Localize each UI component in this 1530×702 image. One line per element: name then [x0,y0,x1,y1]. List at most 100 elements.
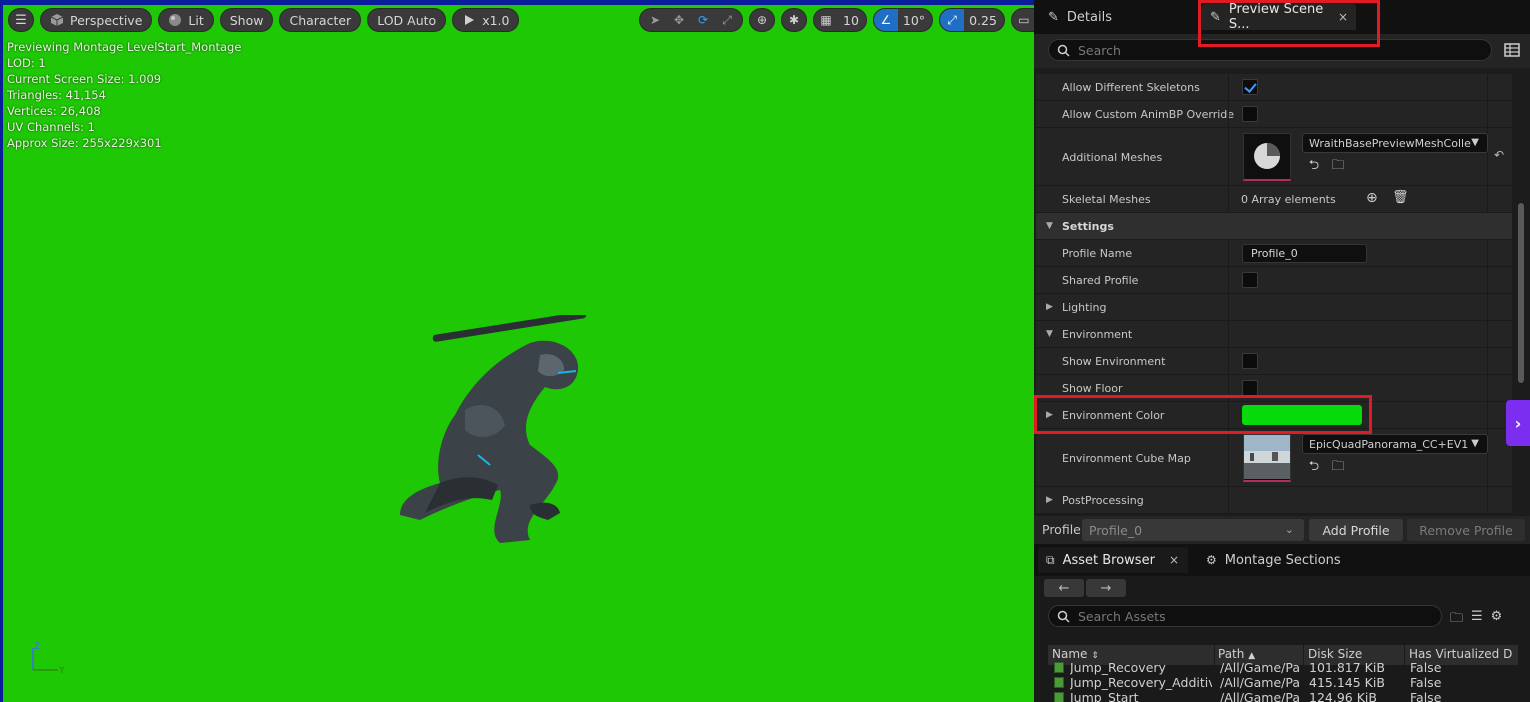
column-header-disk-size[interactable]: Disk Size [1308,647,1362,661]
tab-montage-sections[interactable]: ⚙ Montage Sections [1198,547,1349,573]
tab-details[interactable]: ✎ Details [1040,4,1120,30]
tab-preview-scene-label: Preview Scene S... [1228,2,1324,32]
add-profile-button[interactable]: Add Profile [1309,519,1403,541]
show-button[interactable]: Show [219,8,274,32]
category-settings[interactable]: ▼ Settings [1036,213,1512,240]
property-label: Allow Different Skeletons [1062,81,1200,94]
column-divider [1487,101,1488,127]
asset-search-row: 🗀 ☰ ⚙ [1034,600,1530,634]
profile-dropdown[interactable]: Profile_0 ⌄ [1082,519,1304,541]
property-row-lighting[interactable]: ▶ Lighting [1036,294,1512,321]
surface-snap-button[interactable]: ✱ [781,8,807,32]
property-label: Allow Custom AnimBP Override [1062,108,1235,121]
viewport-focus-border-left [0,0,3,702]
side-panel-toggle[interactable]: › [1506,400,1530,446]
use-selected-icon[interactable]: ⮌ [1306,158,1322,175]
grid-snap-control[interactable]: ▦ 10 [813,8,867,32]
editor-window: ☰ Perspective Lit Show Character LOD Aut… [0,0,1530,702]
property-row-allow-different-skeletons: Allow Different Skeletons [1036,74,1512,101]
asset-path: /All/Game/Pa [1220,660,1300,675]
folder-icon[interactable]: 🗀 [1450,609,1463,631]
profile-selected-value: Profile_0 [1089,522,1143,538]
scale-snap-control[interactable]: ⤢ 0.25 [939,8,1005,32]
rotate-mode-button[interactable]: ⟳ [692,10,714,30]
details-scrollbar[interactable] [1518,203,1524,383]
table-row[interactable]: Jump_Recovery /All/Game/Pa 101.817 KiB F… [1048,660,1518,675]
select-mode-button[interactable]: ➤ [644,10,666,30]
shared-profile-checkbox[interactable] [1242,272,1258,288]
transform-mode-group: ➤ ✥ ⟳ ⤢ [639,8,743,32]
cube-map-asset-picker[interactable]: EpicQuadPanorama_CC+EV1 ▼ [1302,434,1488,454]
expand-arrow-down-icon: ▼ [1046,329,1053,339]
column-divider [1228,74,1229,100]
forward-button[interactable]: → [1086,579,1126,597]
filter-icon[interactable]: ☰ [1471,609,1483,631]
expand-arrow-right-icon[interactable]: ▶ [1046,410,1056,420]
cube-map-thumbnail[interactable] [1243,434,1291,482]
rotation-snap-control[interactable]: ∠ 10° [872,8,934,32]
browse-folder-icon[interactable]: 🗀 [1330,158,1346,175]
additional-meshes-thumbnail[interactable] [1243,133,1291,181]
coordinate-space-button[interactable]: ⊕ [749,8,775,32]
property-row-postprocessing[interactable]: ▶ PostProcessing [1036,487,1512,514]
arrow-right-icon: → [1100,580,1112,596]
tab-asset-browser[interactable]: ⧉ Asset Browser × [1038,547,1188,573]
allow-custom-animbp-checkbox[interactable] [1242,106,1258,122]
surface-snap-icon: ✱ [788,13,800,27]
tab-close-icon[interactable]: × [1338,10,1348,24]
column-divider [1228,267,1229,293]
property-row-show-floor: Show Floor [1036,375,1512,402]
column-header-path[interactable]: Path ▲ [1218,647,1255,661]
asset-search-box[interactable] [1048,605,1442,627]
grid-icon: ▦ [820,13,832,27]
browse-folder-icon[interactable]: 🗀 [1330,459,1346,476]
column-divider [1487,240,1488,266]
add-element-icon[interactable]: ⊕ [1366,190,1378,206]
use-selected-icon[interactable]: ⮌ [1306,459,1322,476]
environment-color-swatch[interactable] [1242,405,1362,425]
additional-meshes-asset-picker[interactable]: WraithBasePreviewMeshColle ▼ [1302,133,1488,153]
table-view-icon[interactable] [1504,42,1520,58]
gear-icon[interactable]: ⚙ [1491,609,1503,631]
trash-icon[interactable]: 🗑 [1392,190,1409,205]
preview-character-mesh[interactable] [380,315,600,550]
property-row-environment[interactable]: ▼ Environment [1036,321,1512,348]
back-button[interactable]: ← [1044,579,1084,597]
perspective-button[interactable]: Perspective [40,8,153,32]
chevron-down-icon: ▼ [1471,137,1479,148]
remove-profile-button[interactable]: Remove Profile [1407,519,1525,541]
preview-viewport[interactable]: ☰ Perspective Lit Show Character LOD Aut… [0,0,1052,702]
pencil-icon: ✎ [1210,9,1221,25]
profile-name-input[interactable]: Profile_0 [1242,244,1367,263]
table-row[interactable]: Jump_Start /All/Game/Pa 124.96 KiB False [1048,690,1518,702]
scale-mode-button[interactable]: ⤢ [716,10,738,30]
property-label: Environment [1062,328,1133,341]
column-header-name[interactable]: Name ⇕ [1052,647,1099,661]
column-header-virtualized[interactable]: Has Virtualized D [1409,647,1512,661]
property-label: Shared Profile [1062,274,1139,287]
show-label: Show [229,12,264,28]
playback-rate-button[interactable]: x1.0 [452,8,520,32]
expand-arrow-down-icon: ▼ [1046,221,1053,231]
character-button[interactable]: Character [279,8,362,32]
axis-y-label: Y [58,666,65,676]
asset-disk-size: 101.817 KiB [1309,660,1385,675]
column-divider [1228,402,1229,428]
tab-preview-scene-settings[interactable]: ✎ Preview Scene S... × [1202,2,1356,32]
viewport-menu-button[interactable]: ☰ [8,8,34,32]
show-environment-checkbox[interactable] [1242,353,1258,369]
allow-different-skeletons-checkbox[interactable] [1242,79,1258,95]
panorama-thumbnail-icon [1244,435,1290,479]
details-search-input[interactable] [1078,42,1458,58]
show-floor-checkbox[interactable] [1242,380,1258,396]
translate-mode-button[interactable]: ✥ [668,10,690,30]
column-header-label: Path [1218,647,1245,661]
asset-search-input[interactable] [1078,608,1428,624]
tab-close-icon[interactable]: × [1169,553,1179,567]
details-search-box[interactable] [1048,39,1492,61]
lit-button[interactable]: Lit [158,8,214,32]
lod-button[interactable]: LOD Auto [367,8,447,32]
asset-name: Jump_Recovery_Additive [1070,675,1212,690]
table-row[interactable]: Jump_Recovery_Additive /All/Game/Pa 415.… [1048,675,1518,690]
reset-to-default-icon[interactable]: ↶ [1494,148,1504,162]
